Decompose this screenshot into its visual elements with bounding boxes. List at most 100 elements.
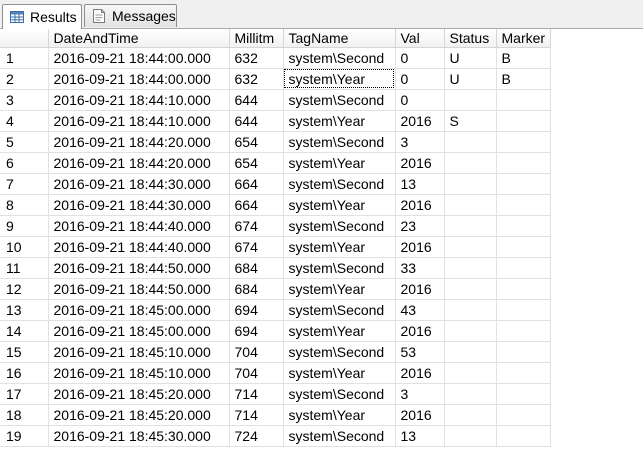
- cell-marker[interactable]: [496, 173, 551, 195]
- cell-dateandtime[interactable]: 2016-09-21 18:44:50.000: [48, 278, 230, 300]
- row-number[interactable]: 2: [0, 68, 49, 90]
- cell-marker[interactable]: [496, 320, 551, 342]
- table-row[interactable]: 1 2016-09-21 18:44:00.000 632 system\Second…: [0, 47, 551, 69]
- cell-marker[interactable]: [496, 278, 551, 300]
- cell-tagname[interactable]: system\Year: [283, 362, 396, 384]
- row-number[interactable]: 1: [0, 47, 49, 69]
- cell-val[interactable]: 13: [395, 425, 445, 447]
- cell-val[interactable]: 0: [395, 89, 445, 111]
- column-header-millitm[interactable]: Millitm: [229, 29, 284, 48]
- cell-tagname[interactable]: system\Second: [283, 383, 396, 405]
- cell-val[interactable]: 13: [395, 173, 445, 195]
- cell-dateandtime[interactable]: 2016-09-21 18:45:20.000: [48, 404, 230, 426]
- cell-marker[interactable]: B: [496, 68, 551, 90]
- cell-status[interactable]: U: [444, 68, 497, 90]
- table-row[interactable]: 12 2016-09-21 18:44:50.000 684 system\Year 2…: [0, 278, 551, 300]
- cell-dateandtime[interactable]: 2016-09-21 18:45:10.000: [48, 341, 230, 363]
- cell-millitm[interactable]: 714: [229, 404, 284, 426]
- cell-millitm[interactable]: 644: [229, 110, 284, 132]
- cell-status[interactable]: [444, 362, 497, 384]
- row-number[interactable]: 14: [0, 320, 49, 342]
- cell-tagname[interactable]: system\Year: [283, 320, 396, 342]
- row-number[interactable]: 11: [0, 257, 49, 279]
- cell-val[interactable]: 2016: [395, 194, 445, 216]
- table-row[interactable]: 13 2016-09-21 18:45:00.000 694 system\Secon…: [0, 299, 551, 321]
- table-row[interactable]: 6 2016-09-21 18:44:20.000 654 system\Year 20…: [0, 152, 551, 174]
- cell-millitm[interactable]: 704: [229, 341, 284, 363]
- cell-marker[interactable]: [496, 236, 551, 258]
- column-header-dateandtime[interactable]: DateAndTime: [48, 29, 230, 48]
- cell-tagname[interactable]: system\Year: [283, 194, 396, 216]
- cell-tagname[interactable]: system\Second: [283, 341, 396, 363]
- row-number[interactable]: 6: [0, 152, 49, 174]
- row-number[interactable]: 8: [0, 194, 49, 216]
- column-header-marker[interactable]: Marker: [496, 29, 551, 48]
- row-number[interactable]: 5: [0, 131, 49, 153]
- cell-marker[interactable]: [496, 341, 551, 363]
- row-number[interactable]: 19: [0, 425, 49, 447]
- cell-val[interactable]: 23: [395, 215, 445, 237]
- cell-tagname[interactable]: system\Second: [283, 299, 396, 321]
- row-number[interactable]: 7: [0, 173, 49, 195]
- cell-tagname[interactable]: system\Second: [283, 173, 396, 195]
- cell-status[interactable]: [444, 236, 497, 258]
- cell-millitm[interactable]: 694: [229, 320, 284, 342]
- cell-dateandtime[interactable]: 2016-09-21 18:44:20.000: [48, 152, 230, 174]
- cell-status[interactable]: [444, 152, 497, 174]
- cell-millitm[interactable]: 644: [229, 89, 284, 111]
- table-row[interactable]: 11 2016-09-21 18:44:50.000 684 system\Secon…: [0, 257, 551, 279]
- cell-millitm[interactable]: 632: [229, 47, 284, 69]
- cell-status[interactable]: [444, 383, 497, 405]
- table-row[interactable]: 5 2016-09-21 18:44:20.000 654 system\Second…: [0, 131, 551, 153]
- cell-tagname[interactable]: system\Second: [283, 257, 396, 279]
- cell-millitm[interactable]: 664: [229, 173, 284, 195]
- results-grid[interactable]: DateAndTime Millitm TagName Val Status Marker…: [0, 29, 643, 471]
- cell-dateandtime[interactable]: 2016-09-21 18:45:00.000: [48, 320, 230, 342]
- table-row[interactable]: 7 2016-09-21 18:44:30.000 664 system\Second…: [0, 173, 551, 195]
- cell-status[interactable]: [444, 320, 497, 342]
- cell-marker[interactable]: [496, 362, 551, 384]
- cell-dateandtime[interactable]: 2016-09-21 18:44:20.000: [48, 131, 230, 153]
- cell-marker[interactable]: [496, 89, 551, 111]
- table-row[interactable]: 15 2016-09-21 18:45:10.000 704 system\Secon…: [0, 341, 551, 363]
- row-number[interactable]: 15: [0, 341, 49, 363]
- cell-millitm[interactable]: 684: [229, 257, 284, 279]
- cell-status[interactable]: [444, 215, 497, 237]
- cell-millitm[interactable]: 684: [229, 278, 284, 300]
- cell-dateandtime[interactable]: 2016-09-21 18:45:00.000: [48, 299, 230, 321]
- row-number[interactable]: 9: [0, 215, 49, 237]
- row-number[interactable]: 3: [0, 89, 49, 111]
- cell-tagname[interactable]: system\Year: [283, 404, 396, 426]
- cell-marker[interactable]: [496, 152, 551, 174]
- cell-status[interactable]: U: [444, 47, 497, 69]
- cell-status[interactable]: [444, 278, 497, 300]
- row-number-header[interactable]: [0, 29, 49, 48]
- cell-val[interactable]: 0: [395, 47, 445, 69]
- cell-dateandtime[interactable]: 2016-09-21 18:44:50.000: [48, 257, 230, 279]
- row-number[interactable]: 4: [0, 110, 49, 132]
- cell-marker[interactable]: [496, 425, 551, 447]
- row-number[interactable]: 18: [0, 404, 49, 426]
- cell-status[interactable]: [444, 404, 497, 426]
- cell-tagname[interactable]: system\Second: [283, 215, 396, 237]
- cell-val[interactable]: 43: [395, 299, 445, 321]
- cell-status[interactable]: [444, 299, 497, 321]
- cell-val[interactable]: 2016: [395, 110, 445, 132]
- cell-tagname[interactable]: system\Year: [283, 152, 396, 174]
- cell-dateandtime[interactable]: 2016-09-21 18:44:40.000: [48, 215, 230, 237]
- cell-dateandtime[interactable]: 2016-09-21 18:44:00.000: [48, 47, 230, 69]
- cell-dateandtime[interactable]: 2016-09-21 18:44:10.000: [48, 110, 230, 132]
- cell-tagname[interactable]: system\Year: [283, 278, 396, 300]
- cell-dateandtime[interactable]: 2016-09-21 18:44:30.000: [48, 173, 230, 195]
- cell-val[interactable]: 2016: [395, 152, 445, 174]
- cell-millitm[interactable]: 654: [229, 131, 284, 153]
- cell-dateandtime[interactable]: 2016-09-21 18:44:10.000: [48, 89, 230, 111]
- row-number[interactable]: 12: [0, 278, 49, 300]
- row-number[interactable]: 17: [0, 383, 49, 405]
- cell-status[interactable]: [444, 425, 497, 447]
- cell-millitm[interactable]: 664: [229, 194, 284, 216]
- cell-val[interactable]: 0: [395, 68, 445, 90]
- cell-millitm[interactable]: 654: [229, 152, 284, 174]
- cell-status[interactable]: [444, 173, 497, 195]
- cell-dateandtime[interactable]: 2016-09-21 18:45:10.000: [48, 362, 230, 384]
